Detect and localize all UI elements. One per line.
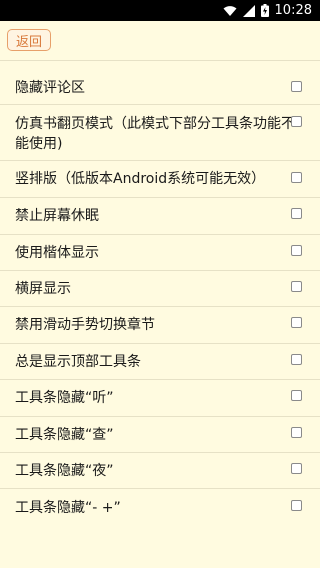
setting-row-disable-swipe[interactable]: 禁用滑动手势切换章节 [0, 307, 320, 344]
setting-label: 横屏显示 [15, 281, 71, 297]
setting-label: 工具条隐藏“听” [15, 390, 114, 406]
setting-label: 禁止屏幕休眠 [15, 208, 99, 224]
battery-icon [260, 4, 269, 17]
checkbox[interactable] [291, 463, 302, 474]
setting-row-show-top-toolbar[interactable]: 总是显示顶部工具条 [0, 344, 320, 380]
setting-row-hide-comments[interactable]: 隐藏评论区 [0, 68, 320, 105]
settings-list: 隐藏评论区 仿真书翻页模式（此模式下部分工具条功能不能使用) 竖排版（低版本An… [0, 68, 320, 526]
status-icons: 10:28 [223, 0, 312, 21]
checkbox[interactable] [291, 245, 302, 256]
setting-row-landscape[interactable]: 横屏显示 [0, 271, 320, 307]
checkbox[interactable] [291, 172, 302, 183]
setting-row-hide-night[interactable]: 工具条隐藏“夜” [0, 453, 320, 489]
status-time: 10:28 [274, 3, 312, 18]
checkbox[interactable] [291, 81, 302, 92]
setting-row-simulated-page-turn[interactable]: 仿真书翻页模式（此模式下部分工具条功能不能使用) [0, 105, 320, 161]
setting-label: 工具条隐藏“- +” [15, 500, 121, 516]
setting-row-hide-font-size[interactable]: 工具条隐藏“- +” [0, 489, 320, 526]
checkbox[interactable] [291, 281, 302, 292]
checkbox[interactable] [291, 500, 302, 511]
checkbox[interactable] [291, 427, 302, 438]
setting-label: 使用楷体显示 [15, 245, 99, 261]
divider [0, 60, 320, 61]
setting-label: 仿真书翻页模式（此模式下部分工具条功能不能使用) [15, 116, 295, 152]
setting-label: 竖排版（低版本Android系统可能无效） [15, 171, 266, 187]
checkbox[interactable] [291, 390, 302, 401]
setting-label: 工具条隐藏“查” [15, 427, 114, 443]
setting-label: 隐藏评论区 [15, 80, 85, 96]
setting-row-hide-lookup[interactable]: 工具条隐藏“查” [0, 417, 320, 453]
signal-icon [242, 4, 255, 17]
wifi-icon [223, 5, 237, 16]
checkbox[interactable] [291, 317, 302, 328]
setting-label: 禁用滑动手势切换章节 [15, 317, 155, 333]
checkbox[interactable] [291, 208, 302, 219]
setting-label: 总是显示顶部工具条 [15, 354, 141, 370]
setting-row-prevent-sleep[interactable]: 禁止屏幕休眠 [0, 198, 320, 235]
status-bar: 10:28 [0, 0, 320, 21]
setting-row-vertical-layout[interactable]: 竖排版（低版本Android系统可能无效） [0, 161, 320, 198]
back-button[interactable]: 返回 [7, 29, 51, 51]
setting-row-hide-listen[interactable]: 工具条隐藏“听” [0, 380, 320, 417]
setting-row-kaiti-font[interactable]: 使用楷体显示 [0, 235, 320, 271]
checkbox[interactable] [291, 116, 302, 127]
checkbox[interactable] [291, 354, 302, 365]
setting-label: 工具条隐藏“夜” [15, 463, 114, 479]
